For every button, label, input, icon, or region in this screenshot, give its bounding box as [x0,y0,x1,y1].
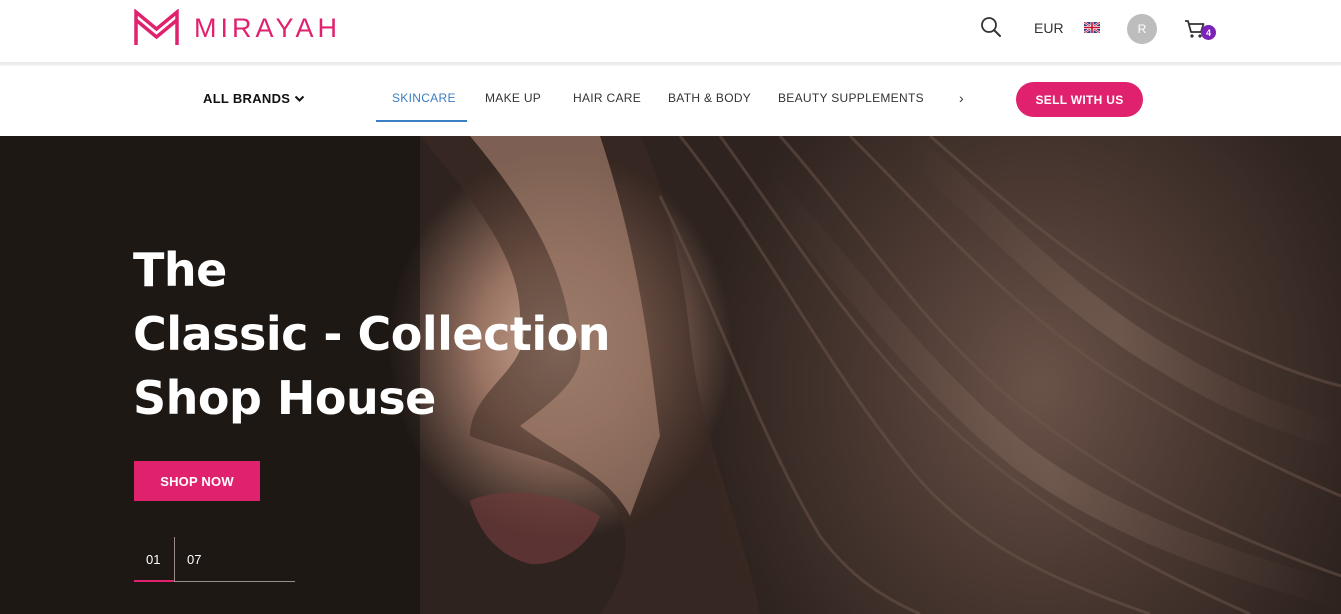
top-header: MIRAYAH EUR R 4 [0,0,1341,62]
user-avatar[interactable]: R [1127,14,1157,44]
nav-item-skincare[interactable]: SKINCARE [392,91,456,105]
sell-with-us-button[interactable]: SELL WITH US [1016,82,1143,117]
nav-item-bath-body[interactable]: BATH & BODY [668,91,751,105]
chevron-down-icon [295,95,305,102]
all-brands-label: ALL BRANDS [203,91,291,106]
slide-pager[interactable]: 01 07 [134,537,295,583]
cart-count-badge: 4 [1201,25,1216,40]
current-slide-number: 01 [146,552,161,567]
logo-text: MIRAYAH [194,12,342,43]
hero-title-line-2: Classic - Collection [133,307,610,361]
nav-scroll-right-button[interactable]: › [959,90,964,106]
uk-flag-icon[interactable] [1084,22,1100,33]
currency-selector[interactable]: EUR [1034,20,1064,36]
hero-title-line-3: Shop House [133,371,436,425]
category-nav: ALL BRANDS SKINCARE MAKE UP HAIR CARE BA… [0,66,1341,136]
all-brands-dropdown[interactable]: ALL BRANDS [203,91,305,106]
pager-progress [134,580,174,582]
pager-divider [174,537,175,582]
hero-title: The Classic - Collection Shop House [133,238,610,430]
nav-item-hair-care[interactable]: HAIR CARE [573,91,641,105]
total-slide-number: 07 [187,552,202,567]
hero-title-line-1: The [133,243,227,297]
active-tab-indicator [376,120,467,122]
m-logo-icon [134,9,179,45]
shop-now-button[interactable]: SHOP NOW [134,461,260,501]
nav-item-beauty-supplements[interactable]: BEAUTY SUPPLEMENTS [778,91,924,105]
nav-item-make-up[interactable]: MAKE UP [485,91,541,105]
search-icon[interactable] [980,16,1002,38]
site-logo[interactable]: MIRAYAH [133,9,341,47]
hero-banner: The Classic - Collection Shop House SHOP… [0,136,1341,614]
